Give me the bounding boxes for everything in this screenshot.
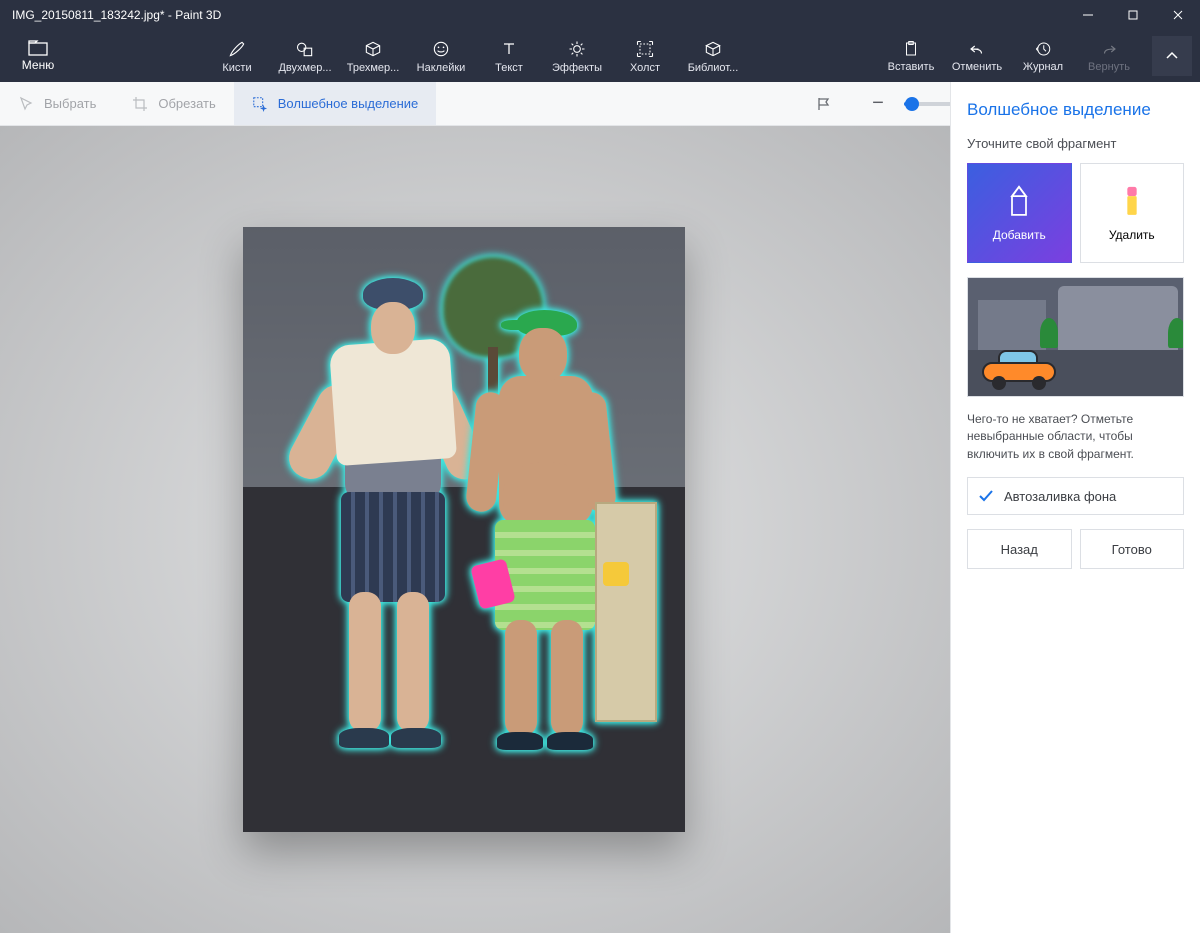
shapes-3d-icon [363,39,383,59]
menu-button[interactable]: Меню [8,40,68,72]
preview-illustration [967,277,1184,397]
autofill-checkbox[interactable]: Автозаливка фона [967,477,1184,515]
effects-icon [567,39,587,59]
tool-2d[interactable]: Двухмер... [275,39,335,74]
tool-card-label: Добавить [993,228,1046,242]
top-toolbar: Меню Кисти Двухмер... Трехмер... Наклейк… [0,30,1200,82]
crop-icon [132,96,148,112]
tool-brushes[interactable]: Кисти [207,39,267,74]
hint-text: Чего-то не хватает? Отметьте невыбранные… [951,407,1200,477]
library-icon [703,39,723,59]
checkbox-label: Автозаливка фона [1004,489,1116,504]
paste-button[interactable]: Вставить [882,40,940,73]
eraser-icon [1118,184,1146,220]
magic-select-button[interactable]: Волшебное выделение [234,82,437,125]
panel-subtitle: Уточните свой фрагмент [951,130,1200,163]
chevron-up-icon [1164,48,1180,64]
history-button[interactable]: Журнал [1014,40,1072,73]
refine-tools: Добавить Удалить [951,163,1200,263]
side-panel: Волшебное выделение Уточните свой фрагме… [950,82,1200,933]
workspace[interactable] [0,126,950,933]
button-label: Волшебное выделение [278,96,419,111]
tool-label: Библиот... [688,62,739,74]
done-button[interactable]: Готово [1080,529,1185,569]
button-label: Назад [1001,542,1038,557]
canvas-image[interactable] [243,227,685,832]
brush-icon [227,39,247,59]
tool-canvas[interactable]: Холст [615,39,675,74]
pencil-add-icon [1005,184,1033,220]
zoom-out-button[interactable]: − [866,92,890,115]
tool-label: Журнал [1023,61,1063,73]
tool-label: Трехмер... [347,62,400,74]
titlebar: IMG_20150811_183242.jpg* - Paint 3D [0,0,1200,30]
tool-label: Кисти [222,62,251,74]
expand-panel-button[interactable] [1152,36,1192,76]
cursor-icon [18,96,34,112]
tool-label: Двухмер... [278,62,331,74]
minimize-button[interactable] [1065,0,1110,30]
selection-person-2 [453,302,633,772]
tool-label: Отменить [952,61,1002,73]
canvas-icon [635,39,655,59]
window-controls [1065,0,1200,30]
undo-icon [968,40,986,58]
undo-button[interactable]: Отменить [948,40,1006,73]
folder-icon [28,40,48,56]
shapes-2d-icon [295,39,315,59]
tool-label: Эффекты [552,62,602,74]
add-tool-button[interactable]: Добавить [967,163,1072,263]
sticker-icon [431,39,451,59]
tool-text[interactable]: Текст [479,39,539,74]
view-mode-icon[interactable] [816,96,832,112]
tool-label: Вставить [888,61,935,73]
back-button[interactable]: Назад [967,529,1072,569]
check-icon [978,488,994,504]
select-button: Выбрать [0,82,114,125]
panel-title: Волшебное выделение [951,82,1200,130]
crop-button: Обрезать [114,82,233,125]
button-label: Выбрать [44,96,96,111]
maximize-button[interactable] [1110,0,1155,30]
history-icon [1034,40,1052,58]
tool-label: Текст [495,62,523,74]
tool-label: Холст [630,62,660,74]
redo-icon [1100,40,1118,58]
close-button[interactable] [1155,0,1200,30]
paste-icon [902,40,920,58]
tool-3d[interactable]: Трехмер... [343,39,403,74]
tool-stickers[interactable]: Наклейки [411,39,471,74]
remove-tool-button[interactable]: Удалить [1080,163,1185,263]
button-label: Готово [1112,542,1152,557]
tool-strip: Кисти Двухмер... Трехмер... Наклейки Тек… [68,39,882,74]
redo-button: Вернуть [1080,40,1138,73]
action-buttons: Назад Готово [951,529,1200,569]
menu-label: Меню [22,58,54,72]
button-label: Обрезать [158,96,215,111]
tool-card-label: Удалить [1109,228,1155,242]
magic-select-icon [252,96,268,112]
selection-person-1 [283,272,473,777]
tool-library[interactable]: Библиот... [683,39,743,74]
tool-label: Вернуть [1088,61,1130,73]
window-title: IMG_20150811_183242.jpg* - Paint 3D [0,8,1065,22]
right-tool-strip: Вставить Отменить Журнал Вернуть [882,36,1192,76]
text-icon [499,39,519,59]
tool-effects[interactable]: Эффекты [547,39,607,74]
tool-label: Наклейки [417,62,466,74]
